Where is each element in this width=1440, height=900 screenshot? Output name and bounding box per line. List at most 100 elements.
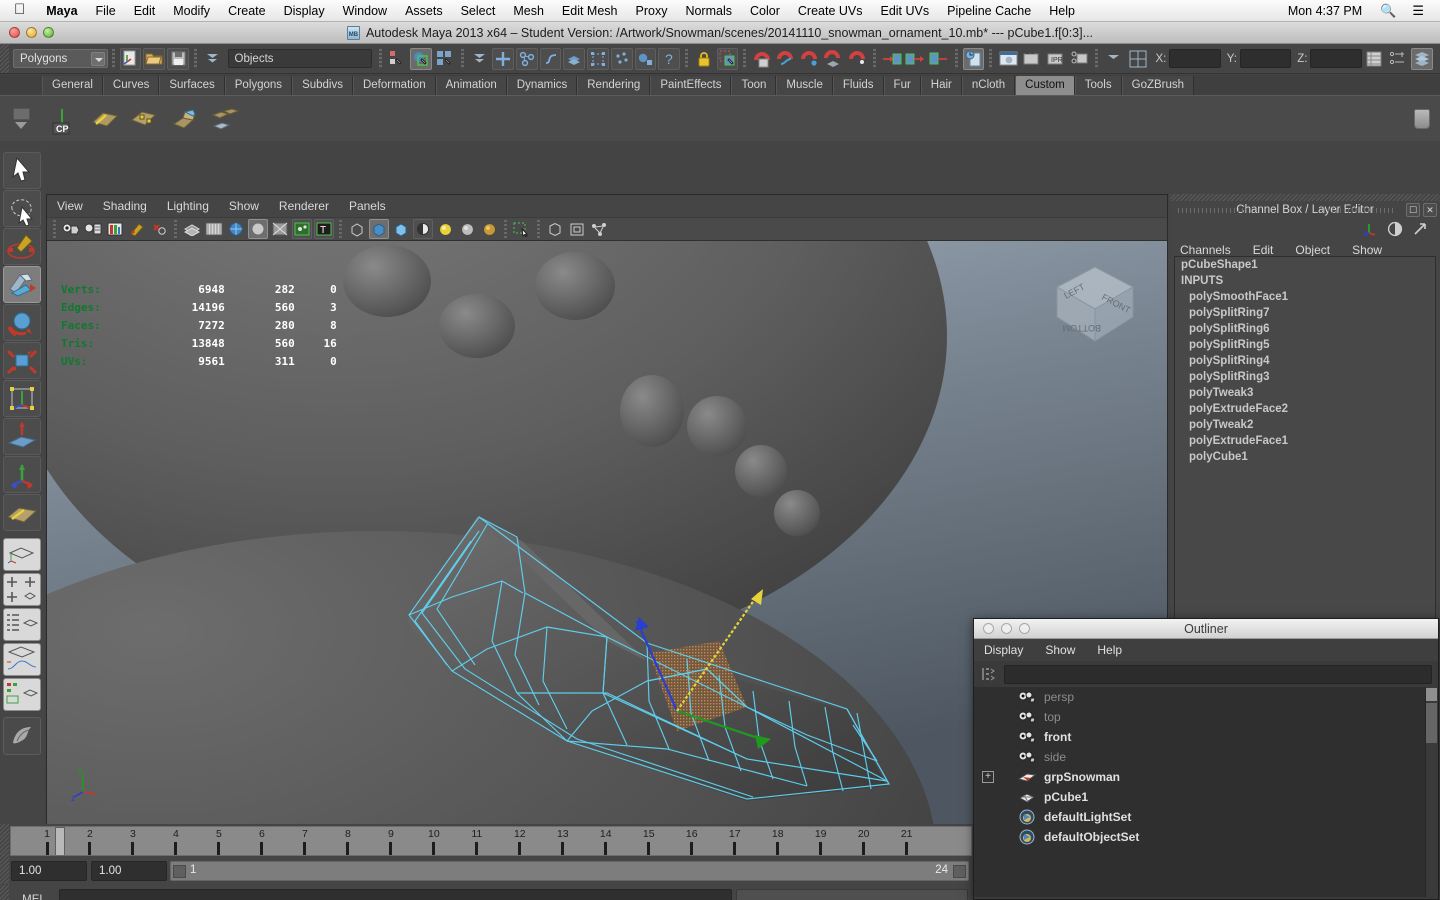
lock-selection-icon[interactable] (693, 48, 715, 70)
shade-textured-icon[interactable] (226, 219, 246, 239)
render-current-frame-icon[interactable] (997, 48, 1019, 70)
command-language-label[interactable]: MEL (9, 894, 59, 900)
camera-attributes-icon[interactable] (83, 219, 103, 239)
component-mask-menu-icon[interactable] (469, 48, 491, 70)
viewport-menu-renderer[interactable]: Renderer (279, 199, 329, 213)
osx-menu-proxy[interactable]: Proxy (627, 4, 677, 18)
lasso-select-tool-button[interactable] (3, 190, 41, 227)
shelf-item-extrude[interactable] (168, 102, 202, 136)
shelf-tab-muscle[interactable]: Muscle (776, 76, 833, 95)
osx-menu-mesh[interactable]: Mesh (504, 4, 553, 18)
outliner-title-bar[interactable]: Outliner (974, 619, 1438, 639)
use-default-material-icon[interactable] (248, 219, 268, 239)
range-end-handle[interactable] (953, 865, 966, 878)
osx-menu-color[interactable]: Color (741, 4, 789, 18)
move-tool-button[interactable] (3, 266, 41, 303)
layout-single-perspective-button[interactable] (3, 538, 41, 571)
all-lights-icon[interactable] (391, 219, 411, 239)
sidebar-toggle-menu-icon[interactable] (1103, 48, 1125, 70)
shelf-dropdown-icon[interactable] (15, 122, 27, 129)
shelf-tab-toon[interactable]: Toon (731, 76, 777, 95)
outliner-item[interactable]: side (974, 747, 1438, 767)
expand-icon[interactable]: + (982, 771, 994, 783)
xray-joints-icon[interactable] (292, 219, 312, 239)
osx-menu-pipeline-cache[interactable]: Pipeline Cache (938, 4, 1040, 18)
current-time-indicator[interactable] (55, 827, 65, 855)
view-cube[interactable]: LEFT FRONT BOTTOM (1049, 257, 1141, 349)
light-yellow-icon[interactable] (435, 219, 455, 239)
no-lights-icon[interactable] (347, 219, 367, 239)
shelf-tab-fur[interactable]: Fur (883, 76, 921, 95)
render-settings-icon[interactable] (1069, 48, 1091, 70)
time-slider-ruler[interactable]: 1 2 3 4 5 6 7 8 9 10 11 12 13 14 15 16 17 18 19 20 21 (10, 826, 972, 856)
channel-box-node[interactable]: polyTweak3 (1175, 385, 1435, 401)
channel-box-menu-show[interactable]: Show (1352, 243, 1382, 257)
save-scene-button[interactable] (167, 47, 189, 70)
shelf-tab-painteffects[interactable]: PaintEffects (650, 76, 732, 95)
outliner-menu-help[interactable]: Help (1097, 643, 1122, 657)
layout-four-view-button[interactable] (3, 573, 41, 606)
outliner-menu-display[interactable]: Display (984, 643, 1023, 657)
shelf-tab-ncloth[interactable]: nCloth (961, 76, 1016, 95)
viewport-menu-show[interactable]: Show (229, 199, 259, 213)
osx-menu-display[interactable]: Display (275, 4, 334, 18)
construction-history-icon[interactable] (928, 48, 950, 70)
scroll-up-arrow-icon[interactable] (1426, 688, 1437, 701)
channel-box-node[interactable]: INPUTS (1175, 273, 1435, 289)
shelf-tab-general[interactable]: General (42, 76, 103, 95)
shelf-item-combine[interactable] (208, 102, 242, 136)
select-tool-button[interactable] (3, 152, 41, 189)
playback-start-field[interactable]: 1.00 (91, 861, 167, 881)
shelf-item-bevel[interactable] (88, 102, 122, 136)
z-coordinate-field[interactable] (1310, 49, 1362, 68)
outliner-item[interactable]: defaultObjectSet (974, 827, 1438, 847)
open-scene-button[interactable] (143, 47, 166, 70)
default-lighting-icon[interactable] (369, 219, 389, 239)
shelf-item-split[interactable] (128, 102, 162, 136)
smooth-shade-all-icon[interactable] (204, 219, 224, 239)
input-connections-icon[interactable] (881, 48, 903, 70)
ipr-render-icon[interactable] (1021, 48, 1043, 70)
misc-component-icon[interactable]: ? (658, 47, 681, 70)
xray-active-components-icon[interactable] (567, 219, 587, 239)
shelf-trash-icon[interactable] (1414, 108, 1430, 129)
osx-menu-maya[interactable]: Maya (37, 4, 86, 18)
range-slider-grip[interactable] (0, 858, 9, 884)
shelf-tab-polygons[interactable]: Polygons (224, 76, 293, 95)
osx-menu-edit[interactable]: Edit (125, 4, 165, 18)
shelf-tab-gozbrush[interactable]: GoZBrush (1121, 76, 1195, 95)
select-camera-icon[interactable] (61, 219, 81, 239)
shelf-tab-subdivs[interactable]: Subdivs (292, 76, 353, 95)
x-coordinate-field[interactable] (1169, 49, 1221, 68)
snap-to-point-icon[interactable] (799, 48, 821, 70)
channel-box-menu-object[interactable]: Object (1295, 243, 1330, 257)
channel-box-node[interactable]: polySplitRing7 (1175, 305, 1435, 321)
range-control[interactable]: 1 24 (170, 861, 969, 881)
channel-box-menu-channels[interactable]: Channels (1180, 243, 1231, 257)
scale-tool-button[interactable] (3, 342, 41, 379)
xray-icon[interactable] (270, 219, 290, 239)
expand-panel-icon[interactable] (1412, 221, 1428, 237)
channel-box-grip[interactable] (1170, 194, 1440, 201)
menu-set-dropdown[interactable]: Polygons (13, 49, 108, 68)
image-plane-icon[interactable] (105, 219, 125, 239)
restore-icon[interactable]: ☐ (1406, 203, 1420, 217)
shelf-tab-curves[interactable]: Curves (102, 76, 160, 95)
manipulator-icon[interactable] (1362, 221, 1378, 237)
channel-box-node[interactable]: polySplitRing6 (1175, 321, 1435, 337)
shelf-tab-animation[interactable]: Animation (435, 76, 507, 95)
view-transform-icon[interactable] (589, 219, 609, 239)
shelf-tab-dynamics[interactable]: Dynamics (506, 76, 578, 95)
channel-box-node[interactable]: polySmoothFace1 (1175, 289, 1435, 305)
xray-all-icon[interactable] (545, 219, 565, 239)
rendering-component-icon[interactable] (634, 47, 657, 70)
shelf-tab-tools[interactable]: Tools (1074, 76, 1122, 95)
shelf-tab-deformation[interactable]: Deformation (352, 76, 436, 95)
surface-component-icon[interactable] (563, 47, 586, 70)
time-slider[interactable]: 1 2 3 4 5 6 7 8 9 10 11 12 13 14 15 16 17 18 19 20 21 (0, 824, 972, 858)
chevron-down-icon[interactable] (90, 52, 105, 66)
osx-menu-create[interactable]: Create (219, 4, 275, 18)
select-by-object-type-icon[interactable] (410, 47, 432, 70)
outliner-window[interactable]: Outliner Display Show Help persp top front si… (973, 618, 1439, 900)
last-tool-used-button[interactable] (3, 494, 41, 531)
